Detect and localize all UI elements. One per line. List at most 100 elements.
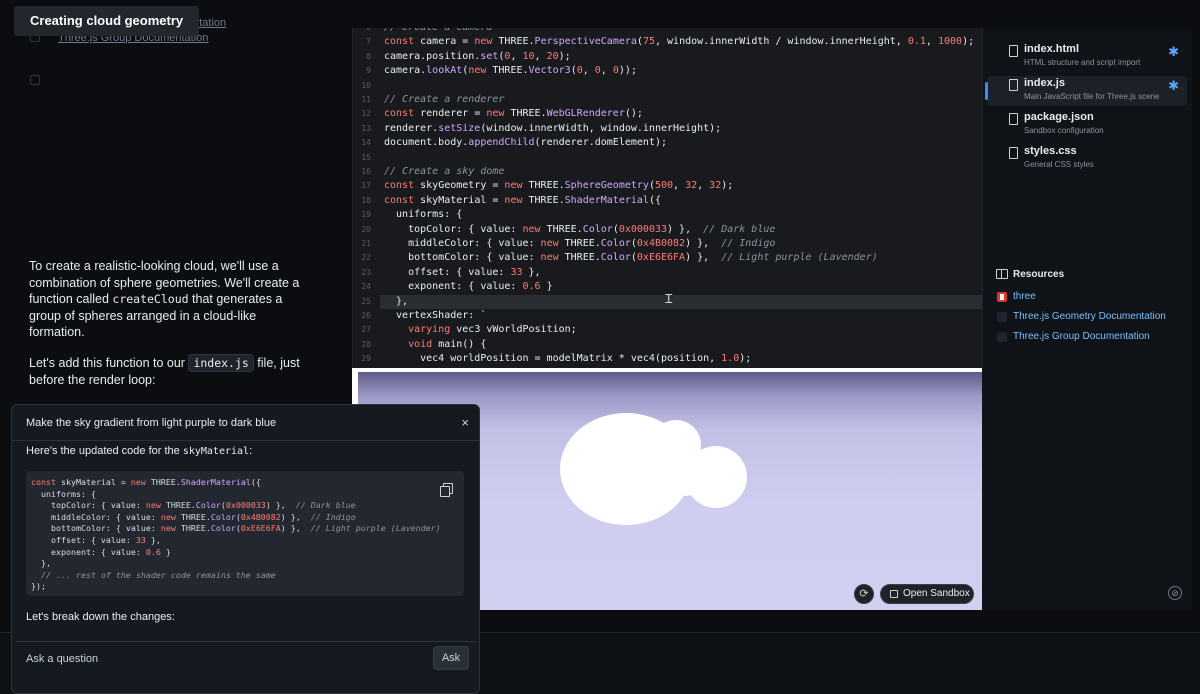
article-paragraph: Let's add this function to our index.js … (29, 353, 300, 387)
line-number: 23 (361, 267, 371, 277)
line-code: middleColor: { value: new THREE.Color(0x… (384, 238, 776, 249)
line-number: 26 (361, 311, 371, 320)
code-line[interactable]: 17 const skyGeometry = new THREE.SphereGe… (353, 179, 982, 193)
line-number: 19 (361, 210, 371, 220)
code-line[interactable]: 6 // Create a camera (353, 28, 982, 35)
chat-followup-text: Let's break down the changes: (26, 611, 175, 623)
article-paragraph: To create a realistic-looking cloud, we'… (29, 259, 300, 339)
line-code: const skyGeometry = new THREE.SphereGeom… (384, 180, 734, 192)
code-line[interactable]: 27 varying vec3 vWorldPosition; (353, 323, 982, 337)
code-line[interactable]: 26 vertexShader: ` (353, 309, 982, 323)
file-name: index.js (1024, 77, 1065, 89)
code-line[interactable]: 20 topColor: { value: new THREE.Color(0x… (353, 223, 982, 237)
snippet-line: topColor: { value: new THREE.Color(0x000… (31, 500, 356, 511)
line-number: 13 (361, 123, 371, 133)
file-description: Sandbox configuration (1024, 126, 1104, 135)
close-icon[interactable]: × (461, 415, 469, 430)
article-text: To create a realistic-looking cloud, we'… (29, 258, 314, 401)
code-line[interactable]: 11 // Create a renderer (353, 93, 982, 107)
open-sandbox-button[interactable]: Open Sandbox (880, 584, 974, 604)
snippet-line: const skyMaterial = new THREE.ShaderMate… (31, 477, 261, 487)
resource-link-geometry-docs[interactable]: Three.js Geometry Documentation (996, 307, 1186, 327)
cloud-sphere (664, 454, 706, 496)
doc-link-icon (997, 332, 1007, 342)
file-item[interactable]: index.html HTML structure and script impo… (987, 42, 1187, 72)
chat-header: Make the sky gradient from light purple … (12, 405, 479, 441)
section-title-chip: Creating cloud geometry (14, 6, 200, 36)
chat-intro-text: Here's the updated code for the skyMater… (26, 445, 253, 457)
code-line[interactable]: 18 const skyMaterial = new THREE.ShaderMa… (353, 194, 982, 208)
code-line[interactable]: 19 uniforms: { (353, 208, 982, 222)
ask-row: Ask (16, 641, 477, 671)
file-icon (1009, 79, 1018, 91)
line-code: const skyMaterial = new THREE.ShaderMate… (384, 194, 661, 206)
stop-icon[interactable]: ⊘ (1168, 586, 1182, 600)
copy-icon[interactable] (440, 483, 453, 497)
line-code: uniforms: { (384, 209, 463, 221)
code-line[interactable]: 7 const camera = new THREE.PerspectiveCam… (353, 35, 982, 49)
code-line[interactable]: 14 document.body.appendChild(renderer.dom… (353, 136, 982, 150)
line-number: 14 (361, 138, 371, 148)
file-item[interactable]: index.js Main JavaScript file for Three.j… (985, 76, 1187, 106)
file-item[interactable]: styles.css General CSS styles (987, 144, 1187, 174)
refresh-icon: ⟳ (859, 588, 869, 600)
line-number: 11 (361, 95, 371, 104)
ai-sparkle-icon: ✱ (1168, 44, 1179, 59)
line-number: 20 (361, 224, 371, 234)
line-code: renderer.setSize(window.innerWidth, wind… (384, 122, 722, 134)
resource-link-three[interactable]: three (996, 287, 1186, 307)
resource-link-group-docs[interactable]: Three.js Group Documentation (996, 327, 1186, 347)
line-code: // Create a renderer (384, 94, 505, 105)
code-editor[interactable]: 6 // Create a camera 7 const camera = new T… (352, 28, 982, 368)
file-item[interactable]: package.json Sandbox configuration (987, 110, 1187, 140)
snippet-line: }); (31, 581, 46, 592)
line-code: const renderer = new THREE.WebGLRenderer… (384, 108, 643, 120)
code-line[interactable]: 16 // Create a sky dome (353, 165, 982, 179)
line-code: }, (384, 295, 409, 307)
line-code: vertexShader: ` (384, 310, 487, 321)
file-name: styles.css (1024, 145, 1077, 157)
inline-code-chip: index.js (188, 353, 254, 372)
snippet-line: uniforms: { (31, 488, 96, 499)
refresh-button[interactable]: ⟳ (854, 584, 874, 604)
line-number: 17 (361, 181, 371, 191)
line-number: 10 (361, 80, 371, 90)
line-number: 9 (366, 66, 371, 76)
line-number: 25 (361, 296, 371, 306)
line-code: camera.position.set(0, 10, 20); (384, 50, 571, 62)
line-code: void main() { (408, 338, 487, 350)
ask-question-input[interactable] (26, 650, 426, 668)
code-line[interactable]: 10 (353, 79, 982, 93)
snippet-line: exponent: { value: 0.6 } (31, 546, 171, 557)
doc-link-icon (997, 312, 1007, 322)
npm-icon (997, 292, 1007, 302)
code-line[interactable]: 23 offset: { value: 33 }, (353, 266, 982, 280)
line-number: 21 (361, 239, 371, 248)
code-line[interactable]: 29 vec4 worldPosition = modelMatrix * ve… (353, 352, 982, 366)
snippet-line: bottomColor: { value: new THREE.Color(0x… (31, 523, 441, 534)
line-number: 18 (361, 195, 371, 205)
code-line[interactable]: 15 (353, 151, 982, 165)
file-icon (1009, 147, 1018, 159)
code-line[interactable]: 13 renderer.setSize(window.innerWidth, wi… (353, 122, 982, 136)
code-line[interactable]: 21 middleColor: { value: new THREE.Color… (353, 237, 982, 251)
line-code: topColor: { value: new THREE.Color(0x000… (384, 223, 776, 235)
line-number: 24 (361, 282, 371, 292)
code-line[interactable]: 9 camera.lookAt(new THREE.Vector3(0, 0, 0… (353, 64, 982, 78)
code-line[interactable]: 22 bottomColor: { value: new THREE.Color… (353, 251, 982, 265)
faded-link-icon (30, 75, 40, 85)
line-number: 7 (366, 37, 371, 47)
resources-heading: Resources (996, 268, 1186, 282)
line-number: 28 (361, 339, 371, 349)
code-line[interactable]: 8 camera.position.set(0, 10, 20); (353, 50, 982, 64)
line-number: 29 (361, 354, 371, 364)
code-line[interactable]: 28 void main() { (353, 338, 982, 352)
line-number: 16 (361, 167, 371, 176)
ask-button[interactable]: Ask (433, 646, 469, 670)
text-cursor-icon: Ꮖ (665, 292, 673, 306)
line-number: 12 (361, 109, 371, 119)
file-description: Main JavaScript file for Three.js scene (1024, 92, 1160, 101)
snippet-line: middleColor: { value: new THREE.Color(0x… (31, 511, 356, 522)
code-line[interactable]: 12 const renderer = new THREE.WebGLRender… (353, 107, 982, 121)
resources-panel: Resources three Three.js Geometry Docume… (996, 268, 1186, 347)
